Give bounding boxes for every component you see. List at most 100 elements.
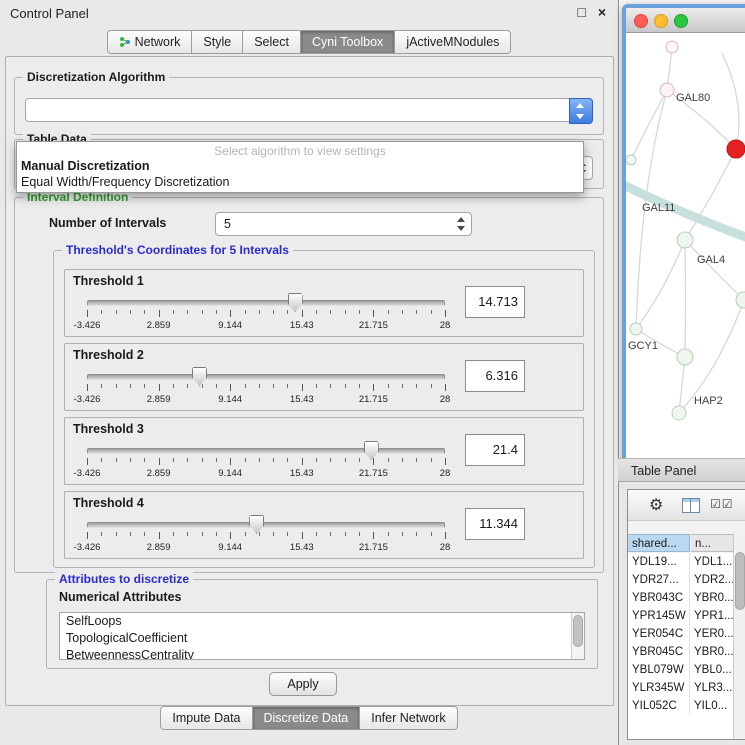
- tab-label: Style: [203, 35, 231, 49]
- list-item[interactable]: SelfLoops: [60, 613, 584, 630]
- slider-ticks: [87, 458, 445, 466]
- node[interactable]: [660, 83, 674, 97]
- number-of-intervals-select[interactable]: 5: [215, 212, 472, 236]
- group-title: Attributes to discretize: [55, 572, 193, 586]
- threshold-2-value-field[interactable]: 6.316: [465, 360, 525, 392]
- tab-discretize-data[interactable]: Discretize Data: [253, 706, 361, 730]
- slider-track[interactable]: [87, 448, 445, 454]
- dropdown-item-manual-discretization[interactable]: Manual Discretization: [21, 159, 150, 173]
- attributes-group: Attributes to discretize Numerical Attri…: [46, 579, 598, 669]
- tab-infer-network[interactable]: Infer Network: [360, 706, 457, 730]
- network-graph: GAL80 GAL11 GAL4 GCY1 HAP2: [626, 33, 745, 460]
- table-toolbar: ⚙ ☑☑: [628, 490, 745, 521]
- slider-track[interactable]: [87, 374, 445, 380]
- tab-label: Impute Data: [172, 711, 240, 725]
- table-scrollbar[interactable]: [733, 534, 745, 739]
- slider-track[interactable]: [87, 300, 445, 306]
- dropdown-prompt: Select algorithm to view settings: [17, 144, 583, 158]
- algorithm-select[interactable]: [25, 98, 593, 122]
- slider-ticks: [87, 384, 445, 392]
- slider-track[interactable]: [87, 522, 445, 528]
- network-canvas[interactable]: GAL80 GAL11 GAL4 GCY1 HAP2: [626, 33, 745, 460]
- node[interactable]: [626, 155, 636, 165]
- control-panel-window: Control Panel □ × Network Style Select C…: [0, 0, 619, 745]
- table-row[interactable]: YPR145W YPR1...: [628, 607, 734, 625]
- node[interactable]: [677, 349, 693, 365]
- threshold-1-value-field[interactable]: 14.713: [465, 286, 525, 318]
- combo-stepper-icon[interactable]: [569, 98, 593, 124]
- dropdown-item-equal-width-frequency[interactable]: Equal Width/Frequency Discretization: [21, 175, 229, 189]
- tab-network[interactable]: Network: [107, 30, 193, 54]
- number-of-intervals-label: Number of Intervals: [49, 216, 166, 230]
- table-row[interactable]: YDL19... YDL1...: [628, 553, 734, 571]
- list-scrollbar[interactable]: [571, 613, 584, 659]
- threshold-4-slider[interactable]: -3.426 2.859 9.144 15.43 21.715 28: [87, 514, 445, 554]
- threshold-label: Threshold 1: [73, 274, 144, 288]
- gear-icon[interactable]: ⚙: [649, 495, 663, 515]
- tab-impute-data[interactable]: Impute Data: [160, 706, 252, 730]
- node[interactable]: [677, 232, 693, 248]
- threshold-3-slider[interactable]: -3.426 2.859 9.144 15.43 21.715 28: [87, 440, 445, 480]
- network-window-titlebar[interactable]: [626, 8, 745, 33]
- bottom-tab-bar: Impute Data Discretize Data Infer Networ…: [0, 706, 618, 730]
- numerical-attributes-label: Numerical Attributes: [59, 590, 181, 604]
- network-node-labels: GAL80 GAL11 GAL4 GCY1 HAP2: [628, 92, 725, 407]
- zoom-traffic-light-icon[interactable]: [674, 14, 688, 28]
- list-item[interactable]: BetweennessCentrality: [60, 647, 584, 660]
- scrollbar-thumb[interactable]: [573, 615, 583, 647]
- threshold-label: Threshold 2: [73, 348, 144, 362]
- node[interactable]: [672, 406, 686, 420]
- threshold-2-panel: Threshold 2 -3.426 2.859 9.144 15.43 21.…: [64, 343, 584, 411]
- tab-style[interactable]: Style: [192, 30, 243, 54]
- threshold-1-panel: Threshold 1 -3.426 2.859 9.144 15.43 21.…: [64, 269, 584, 337]
- numerical-attributes-list[interactable]: SelfLoops TopologicalCoefficient Between…: [59, 612, 585, 660]
- table-row[interactable]: YDR27... YDR2...: [628, 571, 734, 589]
- list-item[interactable]: TopologicalCoefficient: [60, 630, 584, 647]
- node-selected[interactable]: [727, 140, 745, 158]
- group-title: Threshold's Coordinates for 5 Intervals: [62, 243, 293, 257]
- tab-label: jActiveMNodules: [406, 35, 499, 49]
- table-row[interactable]: YIL052C YIL0...: [628, 697, 734, 715]
- table-row[interactable]: YER054C YER0...: [628, 625, 734, 643]
- apply-button[interactable]: Apply: [269, 672, 337, 696]
- threshold-4-value-field[interactable]: 11.344: [465, 508, 525, 540]
- node-label: HAP2: [694, 395, 723, 407]
- tab-label: Select: [254, 35, 289, 49]
- threshold-2-slider[interactable]: -3.426 2.859 9.144 15.43 21.715 28: [87, 366, 445, 406]
- combo-stepper-icon[interactable]: [455, 213, 467, 235]
- threshold-1-slider[interactable]: -3.426 2.859 9.144 15.43 21.715 28: [87, 292, 445, 332]
- tab-cyni-toolbox[interactable]: Cyni Toolbox: [301, 30, 395, 54]
- tab-label: Infer Network: [371, 711, 445, 725]
- float-window-icon[interactable]: □: [578, 4, 586, 20]
- slider-scale-labels: -3.426 2.859 9.144 15.43 21.715 28: [87, 542, 445, 554]
- columns-icon[interactable]: [682, 498, 700, 513]
- window-title: Control Panel: [10, 6, 89, 21]
- scrollbar-thumb[interactable]: [735, 552, 745, 610]
- tab-select[interactable]: Select: [243, 30, 301, 54]
- network-icon: [119, 36, 131, 48]
- node-label: GCY1: [628, 340, 658, 352]
- checkbox-icons[interactable]: ☑☑: [710, 497, 734, 511]
- table-row[interactable]: YBR045C YBR0...: [628, 643, 734, 661]
- tab-jactivemnodules[interactable]: jActiveMNodules: [395, 30, 511, 54]
- close-traffic-light-icon[interactable]: [634, 14, 648, 28]
- discretization-algorithm-group: Discretization Algorithm: [14, 77, 604, 135]
- table-panel-header[interactable]: Table Panel: [618, 458, 745, 482]
- node[interactable]: [630, 323, 642, 335]
- minimize-traffic-light-icon[interactable]: [654, 14, 668, 28]
- threshold-3-value-field[interactable]: 21.4: [465, 434, 525, 466]
- tab-label: Discretize Data: [264, 711, 349, 725]
- column-header-shared-name[interactable]: shared...: [628, 534, 690, 552]
- table-rows: YDL19... YDL1... YDR27... YDR2... YBR043…: [628, 553, 734, 739]
- column-header-name[interactable]: n...: [691, 534, 734, 552]
- slider-scale-labels: -3.426 2.859 9.144 15.43 21.715 28: [87, 468, 445, 480]
- threshold-label: Threshold 4: [73, 496, 144, 510]
- close-icon[interactable]: ×: [598, 4, 606, 20]
- table-row[interactable]: YBL079W YBL0...: [628, 661, 734, 679]
- slider-scale-labels: -3.426 2.859 9.144 15.43 21.715 28: [87, 320, 445, 332]
- network-view-window: GAL80 GAL11 GAL4 GCY1 HAP2: [622, 4, 745, 464]
- table-row[interactable]: YLR345W YLR3...: [628, 679, 734, 697]
- node-label: GAL11: [642, 202, 675, 214]
- table-row[interactable]: YBR043C YBR0...: [628, 589, 734, 607]
- node[interactable]: [666, 41, 678, 53]
